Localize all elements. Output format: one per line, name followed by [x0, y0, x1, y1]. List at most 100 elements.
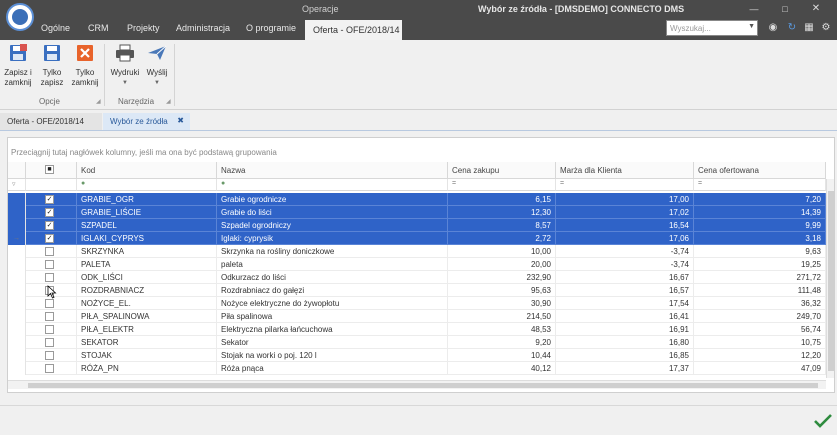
- cell-kod[interactable]: PIŁA_ELEKTR: [77, 323, 217, 336]
- cell-cena-ofertowana[interactable]: 10,75: [694, 336, 826, 349]
- cell-cena-ofertowana[interactable]: 36,32: [694, 297, 826, 310]
- select-all-header[interactable]: ■: [26, 162, 77, 179]
- cell-nazwa[interactable]: Grabie ogrodnicze: [217, 193, 448, 206]
- cell-marza[interactable]: 17,02: [556, 206, 694, 219]
- cell-cena-ofertowana[interactable]: 111,48: [694, 284, 826, 297]
- row-checkbox[interactable]: [45, 247, 54, 256]
- cell-nazwa[interactable]: Stojak na worki o poj. 120 l: [217, 349, 448, 362]
- cell-cena-zakupu[interactable]: 9,20: [448, 336, 556, 349]
- close-window-button[interactable]: ✕: [806, 2, 826, 16]
- cell-cena-ofertowana[interactable]: 19,25: [694, 258, 826, 271]
- cell-marza[interactable]: 17,37: [556, 362, 694, 375]
- vertical-scrollbar[interactable]: [826, 179, 834, 378]
- cell-kod[interactable]: GRABIE_OGR: [77, 193, 217, 206]
- cell-kod[interactable]: GRABIE_LIŚCIE: [77, 206, 217, 219]
- cell-cena-zakupu[interactable]: 30,90: [448, 297, 556, 310]
- table-row[interactable]: PIŁA_ELEKTR Elektryczna pilarka łańcuchow…: [8, 323, 826, 336]
- cell-nazwa[interactable]: Nożyce elektryczne do żywopłotu: [217, 297, 448, 310]
- cell-marza[interactable]: 16,54: [556, 219, 694, 232]
- cell-kod[interactable]: SZPADEL: [77, 219, 217, 232]
- menu-tab-ogolne[interactable]: Ogólne: [41, 23, 70, 33]
- column-header-marza[interactable]: Marża dla Klienta: [556, 162, 694, 179]
- cell-cena-zakupu[interactable]: 20,00: [448, 258, 556, 271]
- group-launcher-icon[interactable]: ◢: [166, 98, 171, 105]
- filter-cell-nazwa[interactable]: ●: [217, 179, 448, 191]
- close-only-button[interactable]: Tylko zamknij: [70, 43, 100, 88]
- close-tab-icon[interactable]: ✖: [177, 116, 184, 125]
- cell-cena-zakupu[interactable]: 12,30: [448, 206, 556, 219]
- save-close-button[interactable]: Zapisz i zamknij: [2, 43, 34, 88]
- cell-nazwa[interactable]: Odkurzacz do liści: [217, 271, 448, 284]
- menu-tab-administracja[interactable]: Administracja: [176, 23, 230, 33]
- cell-kod[interactable]: PALETA: [77, 258, 217, 271]
- cell-marza[interactable]: 16,85: [556, 349, 694, 362]
- cell-marza[interactable]: 17,00: [556, 193, 694, 206]
- filter-cell-marza[interactable]: =: [556, 179, 694, 191]
- column-header-kod[interactable]: Kod: [77, 162, 217, 179]
- send-button[interactable]: Wyślij ▼: [144, 43, 170, 88]
- cell-cena-ofertowana[interactable]: 271,72: [694, 271, 826, 284]
- cell-marza[interactable]: 16,57: [556, 284, 694, 297]
- cell-kod[interactable]: IGLAKI_CYPRYS: [77, 232, 217, 245]
- scroll-thumb[interactable]: [828, 191, 834, 371]
- cell-cena-ofertowana[interactable]: 9,63: [694, 245, 826, 258]
- cell-cena-zakupu[interactable]: 214,50: [448, 310, 556, 323]
- cell-nazwa[interactable]: Sekator: [217, 336, 448, 349]
- cell-nazwa[interactable]: Skrzynka na rośliny doniczkowe: [217, 245, 448, 258]
- filter-icon[interactable]: ▿: [8, 179, 26, 191]
- cell-marza[interactable]: 17,54: [556, 297, 694, 310]
- row-check-cell[interactable]: [26, 245, 77, 258]
- filter-cell-kod[interactable]: ●: [77, 179, 217, 191]
- group-by-hint[interactable]: Przeciągnij tutaj nagłówek kolumny, jeśl…: [11, 148, 277, 157]
- table-row[interactable]: SEKATOR Sekator 9,20 16,80 10,75: [8, 336, 826, 349]
- row-checkbox[interactable]: [45, 260, 54, 269]
- table-row[interactable]: RÓŻA_PN Róża pnąca 40,12 17,37 47,09: [8, 362, 826, 375]
- row-check-cell[interactable]: [26, 336, 77, 349]
- cell-kod[interactable]: ODK_LIŚCI: [77, 271, 217, 284]
- cell-kod[interactable]: SKRZYNKA: [77, 245, 217, 258]
- table-row[interactable]: ODK_LIŚCI Odkurzacz do liści 232,90 16,67 27…: [8, 271, 826, 284]
- table-row[interactable]: ✓ SZPADEL Szpadel ogrodniczy 8,57 16,54 9,99: [8, 219, 826, 232]
- cell-kod[interactable]: SEKATOR: [77, 336, 217, 349]
- cell-kod[interactable]: RÓŻA_PN: [77, 362, 217, 375]
- row-check-cell[interactable]: [26, 349, 77, 362]
- row-check-cell[interactable]: [26, 258, 77, 271]
- chevron-down-icon[interactable]: ▼: [748, 23, 755, 30]
- row-checkbox[interactable]: ✓: [45, 221, 54, 230]
- cell-kod[interactable]: ROZDRABNIACZ: [77, 284, 217, 297]
- row-checkbox[interactable]: ✓: [45, 195, 54, 204]
- cell-cena-zakupu[interactable]: 10,00: [448, 245, 556, 258]
- cell-marza[interactable]: 16,91: [556, 323, 694, 336]
- cell-nazwa[interactable]: Piła spalinowa: [217, 310, 448, 323]
- cell-marza[interactable]: -3,74: [556, 258, 694, 271]
- cell-cena-ofertowana[interactable]: 3,18: [694, 232, 826, 245]
- cell-cena-ofertowana[interactable]: 7,20: [694, 193, 826, 206]
- menu-tab-o-programie[interactable]: O programie: [246, 23, 296, 33]
- cell-nazwa[interactable]: Róża pnąca: [217, 362, 448, 375]
- row-checkbox[interactable]: [45, 364, 54, 373]
- column-header-nazwa[interactable]: Nazwa: [217, 162, 448, 179]
- menu-tab-oferta[interactable]: Oferta - OFE/2018/14: [305, 20, 402, 40]
- cell-cena-ofertowana[interactable]: 14,39: [694, 206, 826, 219]
- horizontal-scrollbar[interactable]: [8, 380, 826, 389]
- cell-cena-zakupu[interactable]: 8,57: [448, 219, 556, 232]
- table-row[interactable]: ✓ GRABIE_LIŚCIE Grabie do liści 12,30 17,02 1…: [8, 206, 826, 219]
- cell-cena-zakupu[interactable]: 40,12: [448, 362, 556, 375]
- layout-icon[interactable]: ▦: [803, 22, 815, 34]
- cell-kod[interactable]: NOŻYCE_EL.: [77, 297, 217, 310]
- cell-cena-zakupu[interactable]: 2,72: [448, 232, 556, 245]
- row-check-cell[interactable]: [26, 310, 77, 323]
- row-check-cell[interactable]: ✓: [26, 193, 77, 206]
- cell-cena-ofertowana[interactable]: 249,70: [694, 310, 826, 323]
- cell-cena-zakupu[interactable]: 10,44: [448, 349, 556, 362]
- minimize-button[interactable]: —: [744, 2, 764, 16]
- cell-cena-zakupu[interactable]: 48,53: [448, 323, 556, 336]
- table-row[interactable]: STOJAK Stojak na worki o poj. 120 l 10,44 1…: [8, 349, 826, 362]
- scroll-thumb[interactable]: [28, 383, 818, 388]
- row-check-cell[interactable]: [26, 323, 77, 336]
- cell-cena-zakupu[interactable]: 95,63: [448, 284, 556, 297]
- cell-nazwa[interactable]: Szpadel ogrodniczy: [217, 219, 448, 232]
- app-logo[interactable]: [6, 3, 34, 31]
- doc-tab-source-selection[interactable]: Wybór ze źródła ✖: [103, 113, 190, 130]
- row-checkbox[interactable]: [45, 351, 54, 360]
